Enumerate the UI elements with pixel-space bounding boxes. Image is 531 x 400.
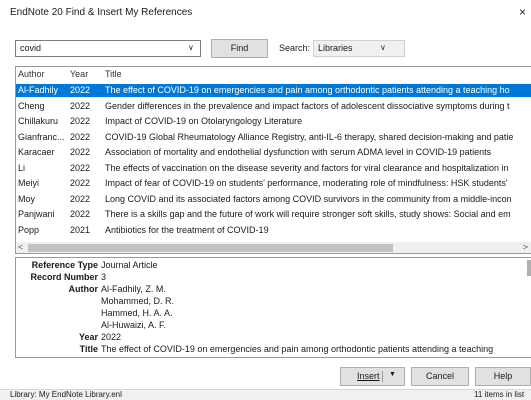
status-item-count: 11 items in list	[474, 390, 525, 399]
year-cell: 2022	[70, 147, 91, 157]
title-cell: Long COVID and its associated factors am…	[105, 193, 512, 204]
column-header-author[interactable]: Author	[18, 69, 45, 79]
search-label: Search:	[279, 43, 311, 53]
insert-dropdown-icon[interactable]: ▼	[389, 371, 396, 378]
author-value: Al-Huwaizi, A. F.	[101, 320, 167, 330]
status-bar: Library: My EndNote Library.enl 11 items…	[0, 389, 531, 400]
title-value-line1: The effect of COVID-19 on emergencies an…	[101, 344, 494, 354]
search-scope-select[interactable]: Libraries ∨	[313, 40, 405, 57]
search-scope-value: Libraries	[318, 43, 353, 53]
author-cell: Panjwani	[18, 209, 55, 219]
list-item[interactable]: Meiyi 2022 Impact of fear of COVID-19 on s…	[16, 177, 531, 190]
author-value: Mohammed, D. R.	[101, 296, 175, 306]
title-cell: Association of mortality and endothelial…	[105, 147, 492, 157]
title-cell: The effect of COVID-19 on emergencies an…	[105, 85, 510, 95]
title-cell: The effects of vaccination on the diseas…	[105, 162, 509, 173]
chevron-down-icon[interactable]: ∨	[188, 43, 194, 52]
author-label: Author	[68, 284, 99, 294]
title-cell: Gender differences in the prevalence and…	[105, 100, 510, 111]
scroll-right-icon[interactable]: >	[523, 242, 528, 252]
cancel-button[interactable]: Cancel	[411, 367, 469, 386]
horizontal-scrollbar[interactable]: < >	[16, 242, 531, 253]
title-value-line2: hospital	[101, 356, 132, 357]
list-item[interactable]: Panjwani 2022 There is a skills gap and th…	[16, 208, 531, 221]
year-cell: 2022	[70, 116, 91, 126]
author-cell: Moy	[18, 193, 36, 204]
year-cell: 2022	[70, 100, 91, 111]
list-item[interactable]: Moy 2022 Long COVID and its associated fac…	[16, 193, 531, 206]
title-cell: Impact of fear of COVID-19 on students' …	[105, 178, 508, 188]
author-cell: Li	[18, 162, 26, 173]
year-cell: 2022	[70, 162, 91, 173]
title-cell: There is a skills gap and the future of …	[105, 209, 511, 219]
scroll-thumb[interactable]	[28, 244, 393, 252]
author-cell: Cheng	[18, 100, 45, 111]
record-number-label: Record Number	[30, 272, 98, 282]
record-number-value: 3	[101, 272, 107, 282]
reference-list[interactable]: Author Year Title Al-Fadhily 2022 The effe…	[15, 66, 531, 254]
vertical-scrollbar-thumb[interactable]	[527, 260, 531, 276]
year-value: 2022	[101, 332, 122, 342]
list-item[interactable]: Al-Fadhily 2022 The effect of COVID-19 on …	[16, 84, 531, 97]
author-cell: Popp	[18, 224, 40, 235]
find-button[interactable]: Find	[211, 39, 268, 58]
author-cell: Karacaer	[18, 147, 55, 157]
search-input[interactable]: covid ∨	[15, 40, 201, 57]
list-item[interactable]: Gianfranc... 2022 COVID-19 Global Rheumato…	[16, 131, 531, 144]
chevron-down-icon[interactable]: ∨	[380, 43, 386, 52]
title-label: Title	[79, 344, 98, 354]
author-cell: Meiyi	[18, 178, 40, 188]
title-cell: Impact of COVID-19 on Otolaryngology Lit…	[105, 116, 303, 126]
title-cell: Antibiotics for the treatment of COVID-1…	[105, 224, 269, 235]
status-library: Library: My EndNote Library.enl	[10, 390, 122, 399]
author-value: Hammed, H. A. A.	[101, 308, 173, 318]
year-cell: 2021	[70, 224, 91, 235]
list-item[interactable]: Chillakuru 2022 Impact of COVID-19 on Otol…	[16, 115, 531, 128]
year-cell: 2022	[70, 131, 91, 142]
year-cell: 2022	[70, 178, 91, 188]
reference-type-value: Journal Article	[101, 260, 158, 270]
year-cell: 2022	[70, 193, 91, 204]
year-cell: 2022	[70, 209, 91, 219]
list-item[interactable]: Karacaer 2022 Association of mortality and…	[16, 146, 531, 159]
column-header-year[interactable]: Year	[70, 69, 88, 79]
list-item[interactable]: Li 2022 The effects of vaccination on the …	[16, 162, 531, 175]
title-bar: EndNote 20 Find & Insert My References ×	[0, 0, 531, 26]
title-cell: COVID-19 Global Rheumatology Alliance Re…	[105, 131, 514, 142]
column-header-title[interactable]: Title	[105, 69, 122, 79]
list-item[interactable]: Cheng 2022 Gender differences in the preva…	[16, 100, 531, 113]
year-label: Year	[78, 332, 98, 342]
scroll-left-icon[interactable]: <	[18, 242, 23, 252]
author-cell: Chillakuru	[18, 116, 59, 126]
reference-type-label: Reference Type	[31, 260, 98, 270]
list-item[interactable]: Popp 2021 Antibiotics for the treatment of…	[16, 224, 531, 237]
close-icon[interactable]: ×	[519, 5, 526, 19]
insert-separator	[382, 371, 383, 382]
author-value: Al-Fadhily, Z. M.	[101, 284, 166, 294]
insert-button[interactable]: Insert ▼	[340, 367, 405, 386]
help-button[interactable]: Help	[475, 367, 531, 386]
reference-detail-panel: Reference Type Journal Article Record Nu…	[15, 257, 531, 358]
author-cell: Al-Fadhily	[18, 85, 59, 95]
search-query: covid	[20, 43, 42, 53]
window-title: EndNote 20 Find & Insert My References	[10, 7, 193, 18]
author-cell: Gianfranc...	[18, 131, 65, 142]
year-cell: 2022	[70, 85, 91, 95]
insert-label: Insert	[357, 371, 380, 381]
